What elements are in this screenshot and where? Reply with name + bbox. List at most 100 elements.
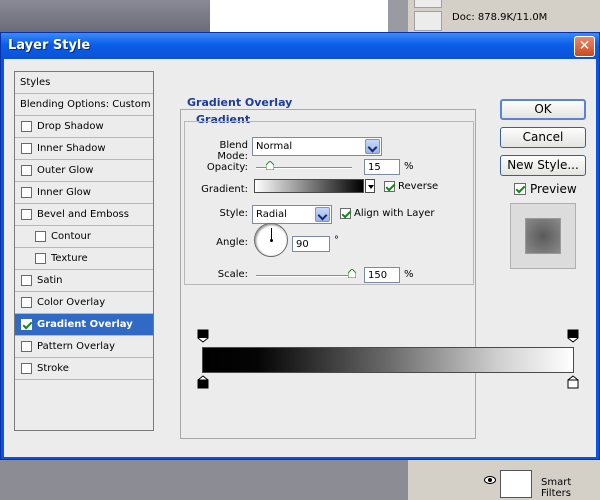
cancel-button[interactable]: Cancel [500, 127, 586, 148]
angle-label: Angle: [216, 237, 248, 248]
dialog-client: Styles Blending Options: Custom Drop Shado… [4, 59, 596, 457]
layer-style-dialog: Layer Style ✕ Styles Blending Options: Cu… [0, 32, 600, 460]
gradient-swatch[interactable] [254, 179, 364, 193]
close-icon: ✕ [578, 38, 591, 54]
style-list-item[interactable]: Pattern Overlay [15, 336, 153, 358]
style-list-label: Blending Options: Custom [20, 99, 151, 110]
scale-slider-thumb[interactable] [348, 269, 356, 278]
eye-icon[interactable] [484, 476, 496, 484]
checkbox[interactable] [21, 319, 32, 330]
style-list-item[interactable]: Inner Glow [15, 182, 153, 204]
opacity-stop-right[interactable] [567, 329, 579, 343]
style-list-item[interactable]: Styles [15, 72, 153, 94]
checkbox[interactable] [35, 231, 46, 242]
checkbox[interactable] [21, 187, 32, 198]
style-list-label: Satin [37, 275, 63, 286]
scale-input[interactable]: 150 [364, 267, 400, 283]
color-stop-right[interactable] [567, 375, 579, 389]
style-list-label: Inner Glow [37, 187, 91, 198]
style-list-item[interactable]: Outer Glow [15, 160, 153, 182]
checkbox[interactable] [21, 121, 32, 132]
align-label: Align with Layer [354, 208, 435, 219]
dialog-title: Layer Style [8, 38, 91, 53]
gradient-label: Gradient: [201, 184, 248, 195]
scroll-button[interactable] [414, 11, 442, 31]
style-list-label: Stroke [37, 363, 69, 374]
style-list-item[interactable]: Contour [15, 226, 153, 248]
style-list-label: Outer Glow [37, 165, 94, 176]
scale-label: Scale: [217, 269, 248, 280]
angle-value: 90 [296, 238, 309, 250]
scale-value: 150 [368, 269, 388, 281]
checkbox[interactable] [35, 253, 46, 264]
style-list-item[interactable]: Inner Shadow [15, 138, 153, 160]
ok-button[interactable]: OK [500, 99, 586, 120]
style-value: Radial [256, 209, 287, 220]
checkbox[interactable] [21, 275, 32, 286]
smart-filter-thumbnail[interactable] [500, 470, 532, 498]
checkbox[interactable] [21, 209, 32, 220]
reverse-label: Reverse [398, 181, 439, 192]
style-list-item[interactable]: Gradient Overlay [15, 314, 153, 336]
title-bar[interactable]: Layer Style ✕ [1, 33, 599, 59]
blend-mode-value: Normal [256, 141, 293, 152]
style-list-label: Drop Shadow [37, 121, 104, 132]
preview-checkbox[interactable]: Preview [514, 182, 577, 196]
angle-input[interactable]: 90 [292, 236, 330, 252]
style-list-label: Styles [20, 77, 51, 88]
blend-mode-label: Blend Mode: [217, 140, 248, 162]
opacity-value: 15 [368, 161, 381, 173]
style-list-item[interactable]: Satin [15, 270, 153, 292]
group-title: Gradient Overlay [187, 96, 293, 109]
preview-label: Preview [530, 182, 577, 196]
opacity-slider-thumb[interactable] [266, 161, 275, 170]
style-list-item[interactable]: Texture [15, 248, 153, 270]
style-list-label: Color Overlay [37, 297, 106, 308]
opacity-input[interactable]: 15 [364, 159, 400, 175]
canvas-area [0, 0, 210, 32]
scroll-button[interactable] [414, 0, 442, 8]
style-list-item[interactable]: Stroke [15, 358, 153, 380]
checkbox[interactable] [21, 363, 32, 374]
blend-mode-select[interactable]: Normal [252, 137, 382, 156]
degree-symbol: ° [334, 235, 339, 246]
style-list-item[interactable]: Bevel and Emboss [15, 204, 153, 226]
style-list-label: Contour [51, 231, 91, 242]
percent-sign: % [404, 269, 414, 280]
close-button[interactable]: ✕ [574, 36, 595, 57]
align-with-layer-checkbox[interactable]: Align with Layer [340, 208, 435, 219]
style-list-label: Inner Shadow [37, 143, 106, 154]
style-list-item[interactable]: Drop Shadow [15, 116, 153, 138]
reverse-checkbox[interactable]: Reverse [384, 181, 438, 192]
percent-sign: % [404, 161, 414, 172]
opacity-stop-left[interactable] [197, 329, 209, 343]
preview-swatch [525, 218, 561, 254]
checkbox[interactable] [21, 165, 32, 176]
style-list-item[interactable]: Color Overlay [15, 292, 153, 314]
smart-filters-label: Smart Filters [541, 477, 572, 499]
opacity-label: Opacity: [206, 162, 248, 173]
chevron-down-icon[interactable] [365, 139, 380, 154]
new-style-button[interactable]: New Style... [500, 155, 586, 176]
style-list-label: Bevel and Emboss [37, 209, 129, 220]
style-list-item[interactable]: Blending Options: Custom [15, 94, 153, 116]
checkbox[interactable] [340, 208, 351, 219]
style-label: Style: [219, 208, 249, 219]
chevron-down-icon[interactable] [365, 179, 375, 193]
checkbox[interactable] [21, 143, 32, 154]
style-preview [510, 203, 576, 269]
style-list-label: Pattern Overlay [37, 341, 116, 352]
styles-list: Styles Blending Options: Custom Drop Shado… [14, 71, 154, 431]
angle-dial[interactable] [254, 223, 288, 257]
doc-info: Doc: 878.9K/11.0M [452, 12, 548, 23]
document-area [210, 0, 388, 32]
chevron-down-icon[interactable] [315, 207, 330, 222]
scale-slider-track[interactable] [256, 275, 352, 277]
style-select[interactable]: Radial [252, 205, 332, 224]
checkbox[interactable] [21, 341, 32, 352]
checkbox[interactable] [384, 181, 395, 192]
checkbox[interactable] [21, 297, 32, 308]
color-stop-left[interactable] [197, 375, 209, 389]
checkbox[interactable] [514, 183, 526, 195]
gradient-preview-bar[interactable] [202, 347, 574, 373]
